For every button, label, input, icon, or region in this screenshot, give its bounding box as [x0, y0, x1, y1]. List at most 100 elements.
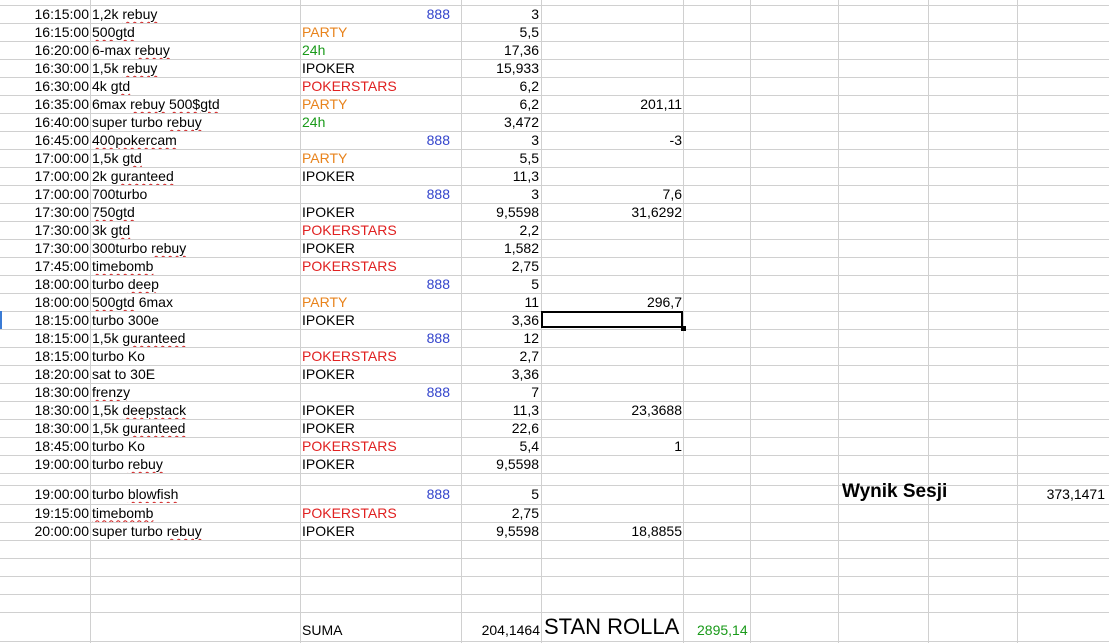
buyin-cell[interactable]: 6,2 — [462, 95, 539, 113]
tournament-name-cell[interactable]: turbo deep — [92, 275, 298, 293]
buyin-cell[interactable]: 17,36 — [462, 41, 539, 59]
time-cell[interactable]: 17:30:00 — [2, 239, 90, 257]
result-cell[interactable] — [545, 167, 682, 185]
result-cell[interactable] — [545, 347, 682, 365]
tournament-name-cell[interactable]: 2k guranteed — [92, 167, 298, 185]
site-cell[interactable]: 888 — [380, 185, 450, 203]
buyin-cell[interactable]: 5,4 — [462, 437, 539, 455]
buyin-cell[interactable]: 9,5598 — [462, 522, 539, 540]
site-cell[interactable]: POKERSTARS — [302, 257, 422, 275]
result-cell[interactable] — [545, 419, 682, 437]
buyin-cell[interactable]: 2,75 — [462, 504, 539, 522]
time-cell[interactable]: 18:20:00 — [2, 365, 90, 383]
site-cell[interactable]: IPOKER — [302, 203, 422, 221]
result-cell[interactable]: 23,3688 — [545, 401, 682, 419]
tournament-name-cell[interactable]: 6max rebuy 500$gtd — [92, 95, 298, 113]
result-cell[interactable] — [545, 77, 682, 95]
tournament-name-cell[interactable]: 300turbo rebuy — [92, 239, 298, 257]
tournament-name-cell[interactable]: 1,5k guranteed — [92, 329, 298, 347]
buyin-cell[interactable]: 3 — [462, 185, 539, 203]
site-cell[interactable]: IPOKER — [302, 522, 422, 540]
time-cell[interactable]: 20:00:00 — [2, 522, 90, 540]
result-cell[interactable] — [545, 329, 682, 347]
tournament-name-cell[interactable]: 1,2k rebuy — [92, 5, 298, 23]
time-cell[interactable]: 17:00:00 — [2, 149, 90, 167]
site-cell[interactable]: 888 — [380, 485, 450, 503]
result-cell[interactable] — [545, 5, 682, 23]
result-cell[interactable] — [545, 113, 682, 131]
result-cell[interactable] — [545, 455, 682, 473]
buyin-cell[interactable]: 11 — [462, 293, 539, 311]
buyin-cell[interactable]: 3,36 — [462, 311, 539, 329]
result-cell[interactable] — [545, 275, 682, 293]
tournament-name-cell[interactable]: 500gtd 6max — [92, 293, 298, 311]
time-cell[interactable]: 18:15:00 — [2, 311, 90, 329]
tournament-name-cell[interactable]: turbo Ko — [92, 347, 298, 365]
tournament-name-cell[interactable]: turbo 300e — [92, 311, 298, 329]
tournament-name-cell[interactable]: 700turbo — [92, 185, 298, 203]
result-cell[interactable] — [545, 23, 682, 41]
time-cell[interactable]: 16:45:00 — [2, 131, 90, 149]
result-cell[interactable] — [545, 149, 682, 167]
site-cell[interactable]: PARTY — [302, 293, 422, 311]
tournament-name-cell[interactable]: 1,5k rebuy — [92, 59, 298, 77]
buyin-cell[interactable]: 1,582 — [462, 239, 539, 257]
site-cell[interactable]: 888 — [380, 329, 450, 347]
site-cell[interactable]: PARTY — [302, 149, 422, 167]
site-cell[interactable]: 888 — [380, 131, 450, 149]
tournament-name-cell[interactable]: 500gtd — [92, 23, 298, 41]
tournament-name-cell[interactable]: 1,5k gtd — [92, 149, 298, 167]
result-cell[interactable] — [545, 485, 682, 503]
time-cell[interactable]: 16:35:00 — [2, 95, 90, 113]
site-cell[interactable]: IPOKER — [302, 455, 422, 473]
buyin-cell[interactable]: 3 — [462, 131, 539, 149]
buyin-cell[interactable]: 3,472 — [462, 113, 539, 131]
site-cell[interactable]: POKERSTARS — [302, 347, 422, 365]
tournament-name-cell[interactable]: 4k gtd — [92, 77, 298, 95]
site-cell[interactable]: IPOKER — [302, 311, 422, 329]
tournament-name-cell[interactable]: super turbo rebuy — [92, 522, 298, 540]
tournament-name-cell[interactable]: 6-max rebuy — [92, 41, 298, 59]
buyin-cell[interactable]: 5,5 — [462, 23, 539, 41]
time-cell[interactable]: 18:00:00 — [2, 293, 90, 311]
site-cell[interactable]: 888 — [380, 5, 450, 23]
buyin-cell[interactable]: 5,5 — [462, 149, 539, 167]
result-cell[interactable]: 18,8855 — [545, 522, 682, 540]
site-cell[interactable]: POKERSTARS — [302, 437, 422, 455]
site-cell[interactable]: IPOKER — [302, 239, 422, 257]
tournament-name-cell[interactable]: turbo blowfish — [92, 485, 298, 503]
site-cell[interactable]: 24h — [302, 41, 422, 59]
buyin-cell[interactable]: 9,5598 — [462, 203, 539, 221]
buyin-cell[interactable]: 5 — [462, 485, 539, 503]
result-cell[interactable]: -3 — [545, 131, 682, 149]
buyin-cell[interactable]: 3 — [462, 5, 539, 23]
result-cell[interactable] — [545, 59, 682, 77]
time-cell[interactable]: 17:45:00 — [2, 257, 90, 275]
time-cell[interactable]: 18:45:00 — [2, 437, 90, 455]
tournament-name-cell[interactable]: 1,5k deepstack — [92, 401, 298, 419]
time-cell[interactable]: 18:00:00 — [2, 275, 90, 293]
time-cell[interactable]: 18:30:00 — [2, 419, 90, 437]
time-cell[interactable]: 18:30:00 — [2, 401, 90, 419]
buyin-cell[interactable]: 22,6 — [462, 419, 539, 437]
result-cell[interactable] — [545, 504, 682, 522]
site-cell[interactable]: IPOKER — [302, 365, 422, 383]
result-cell[interactable] — [545, 239, 682, 257]
buyin-cell[interactable]: 3,36 — [462, 365, 539, 383]
site-cell[interactable]: POKERSTARS — [302, 221, 422, 239]
site-cell[interactable]: 24h — [302, 113, 422, 131]
time-cell[interactable]: 17:00:00 — [2, 185, 90, 203]
result-cell[interactable] — [545, 257, 682, 275]
time-cell[interactable]: 19:00:00 — [2, 455, 90, 473]
selected-cell[interactable] — [541, 311, 683, 328]
site-cell[interactable]: IPOKER — [302, 167, 422, 185]
result-cell[interactable]: 1 — [545, 437, 682, 455]
buyin-cell[interactable]: 2,75 — [462, 257, 539, 275]
tournament-name-cell[interactable]: 1,5k guranteed — [92, 419, 298, 437]
result-cell[interactable]: 31,6292 — [545, 203, 682, 221]
tournament-name-cell[interactable]: frenzy — [92, 383, 298, 401]
buyin-cell[interactable]: 9,5598 — [462, 455, 539, 473]
site-cell[interactable]: PARTY — [302, 23, 422, 41]
tournament-name-cell[interactable]: timebomb — [92, 504, 298, 522]
buyin-cell[interactable]: 7 — [462, 383, 539, 401]
